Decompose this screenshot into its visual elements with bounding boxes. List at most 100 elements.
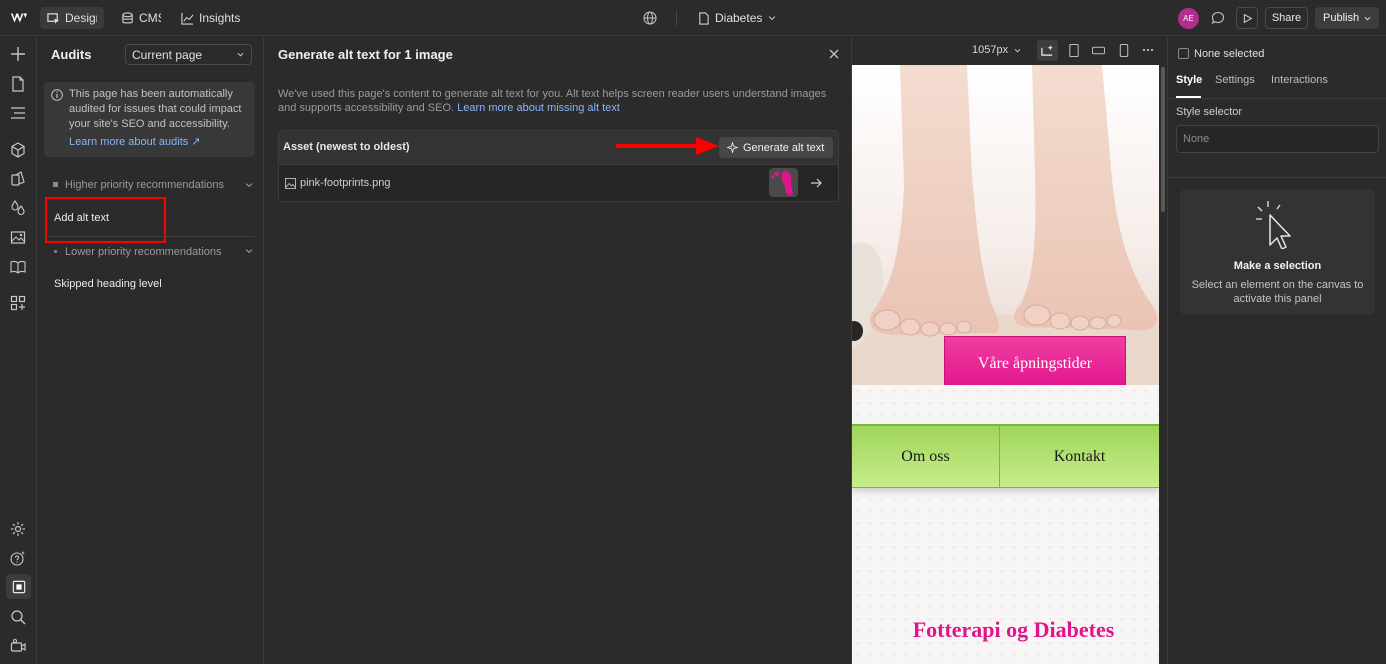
publish-button[interactable]: Publish [1315, 7, 1379, 29]
audit-info-text: This page has been automatically audited… [69, 88, 242, 130]
empty-text: Select an element on the canvas to activ… [1191, 279, 1364, 305]
style-selector-label: Style selector [1176, 106, 1243, 118]
desktop-star-icon [1041, 44, 1054, 56]
selection-checkbox[interactable] [1178, 48, 1189, 59]
scope-select[interactable]: Current page [125, 44, 252, 65]
left-toolbar [0, 36, 37, 664]
search-icon[interactable] [9, 608, 27, 626]
table-row[interactable]: pink-footprints.png [279, 166, 838, 201]
audit-item-skipped-heading[interactable]: Skipped heading level [54, 278, 162, 290]
canvas-width-select[interactable]: 1057px [972, 44, 1022, 56]
audits-button[interactable] [6, 574, 31, 599]
column-header-asset: Asset (newest to oldest) [283, 141, 410, 153]
lower-priority-label: Lower priority recommendations [65, 246, 222, 258]
comment-icon[interactable] [1210, 10, 1226, 26]
settings-icon[interactable] [9, 520, 27, 538]
chevron-down-icon [769, 16, 776, 21]
page-heading[interactable]: Fotterapi og Diabetes [852, 617, 1159, 643]
arrow-right-icon[interactable] [810, 177, 822, 189]
asset-thumbnail [769, 168, 798, 197]
pages-icon[interactable] [9, 75, 27, 93]
tab-settings[interactable]: Settings [1215, 74, 1255, 86]
scope-select-value: Current page [132, 47, 203, 62]
panel-title: Audits [51, 47, 92, 62]
design-tab[interactable]: Design [40, 7, 104, 29]
asset-table: Asset (newest to oldest) Generate alt te… [278, 130, 839, 202]
cms-tab-label: CMS [139, 11, 161, 25]
audit-info-box: This page has been automatically audited… [44, 82, 255, 157]
higher-priority-label: Higher priority recommendations [65, 179, 224, 191]
lower-priority-section[interactable]: Lower priority recommendations [37, 241, 264, 263]
assets-icon[interactable] [9, 228, 27, 246]
nav-kontakt[interactable]: Kontakt [1000, 426, 1159, 488]
design-canvas[interactable]: Våre åpningstider Om oss Kontakt Fottera… [852, 65, 1159, 664]
style-panel: None selected Style Settings Interaction… [1167, 36, 1386, 664]
more-options-icon[interactable] [1142, 48, 1154, 52]
divider [44, 236, 255, 237]
modal-title: Generate alt text for 1 image [278, 47, 453, 62]
audit-square-icon [12, 580, 25, 593]
learn-more-alt-text-link[interactable]: Learn more about missing alt text [457, 102, 620, 114]
cms-tab[interactable]: CMS [114, 7, 168, 29]
nav-om-oss[interactable]: Om oss [852, 426, 999, 488]
mobile-landscape-icon[interactable] [1092, 45, 1105, 56]
canvas-toolbar: 1057px [852, 36, 1167, 65]
insights-tab[interactable]: Insights [174, 7, 247, 29]
database-icon [122, 11, 133, 23]
tablet-icon[interactable] [1068, 44, 1080, 57]
add-icon[interactable] [9, 45, 27, 63]
divider [1168, 177, 1386, 178]
sparkle-icon [727, 142, 738, 153]
none-selected-label: None selected [1194, 48, 1265, 60]
webflow-logo[interactable] [10, 10, 28, 26]
tab-interactions[interactable]: Interactions [1271, 74, 1328, 86]
help-ai-icon[interactable] [9, 549, 27, 567]
page-icon [699, 11, 709, 25]
styles-icon[interactable] [9, 198, 27, 216]
canvas-scrollbar[interactable] [1159, 65, 1167, 664]
empty-title: Make a selection [1233, 260, 1322, 272]
variables-icon[interactable] [9, 170, 27, 188]
learn-more-audits-link[interactable]: Learn more about audits ↗ [69, 135, 249, 150]
share-button[interactable]: Share [1265, 7, 1308, 29]
mobile-portrait-icon[interactable] [1119, 44, 1129, 57]
image-icon [285, 178, 296, 189]
preview-button[interactable] [1236, 7, 1258, 29]
cursor-click-icon [1256, 201, 1291, 249]
insights-tab-label: Insights [199, 11, 241, 25]
chart-line-icon [181, 12, 194, 25]
modal-description: We've used this page's content to genera… [278, 87, 838, 115]
higher-priority-section[interactable]: Higher priority recommendations [37, 175, 264, 197]
components-icon[interactable] [9, 141, 27, 159]
top-bar: Design CMS Insights Diabetes AE Share Pu… [0, 0, 1386, 36]
close-icon[interactable] [829, 49, 839, 59]
page-name: Diabetes [715, 11, 763, 25]
empty-selection-card: Make a selection Select an element on th… [1180, 189, 1375, 315]
avatar[interactable]: AE [1178, 8, 1199, 29]
publish-label: Publish [1323, 12, 1360, 24]
nav-bar: Om oss Kontakt [852, 424, 1159, 488]
generate-alt-text-button[interactable]: Generate alt text [719, 137, 833, 158]
navigator-icon[interactable] [9, 104, 27, 122]
pink-footprints-image [771, 170, 793, 196]
square-bullet-icon [53, 182, 58, 187]
video-icon[interactable] [9, 637, 27, 655]
library-icon[interactable] [9, 258, 27, 276]
generate-button-label: Generate alt text [743, 141, 825, 154]
chevron-down-icon [237, 52, 244, 57]
audits-panel: Audits Current page This page has been a… [37, 36, 264, 664]
apps-icon[interactable] [9, 294, 27, 312]
desktop-breakpoint-button[interactable] [1037, 40, 1058, 61]
annotation-arrow-icon [616, 137, 719, 155]
chevron-down-icon [1364, 16, 1371, 20]
canvas-width-label: 1057px [972, 44, 1009, 56]
opening-hours-button[interactable]: Våre åpningstider [944, 336, 1126, 392]
style-selector-input[interactable]: None [1176, 125, 1379, 153]
design-tab-label: Design [65, 11, 97, 25]
scrollbar-thumb[interactable] [1161, 67, 1165, 212]
globe-icon[interactable] [642, 10, 658, 26]
info-icon [51, 89, 63, 101]
page-selector[interactable]: Diabetes [690, 7, 784, 29]
chevron-down-icon [1014, 48, 1021, 52]
tab-style[interactable]: Style [1176, 74, 1202, 86]
